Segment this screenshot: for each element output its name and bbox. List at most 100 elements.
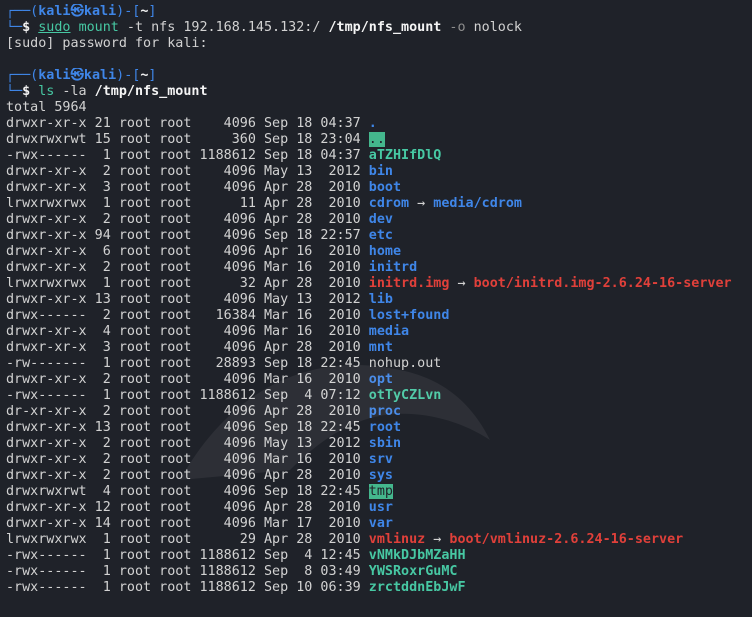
listing-row-meta: drwxr-xr-x 2 root root 4096 Mar 16 2010 [6,260,369,275]
listing-row-meta: -rwx------ 1 root root 1188612 Sep 18 04… [6,148,369,163]
listing-row: -rwx------ 1 root root 1188612 Sep 18 04… [6,148,752,164]
prompt-frame: ┌──( [6,68,39,83]
prompt-frame: ] [148,68,157,83]
prompt-frame: └─ [6,20,23,35]
listing-row: lrwxrwxrwx 1 root root 32 Apr 28 2010 in… [6,276,752,292]
listing-row-meta: lrwxrwxrwx 1 root root 29 Apr 28 2010 [6,532,369,547]
prompt-line-top: ┌──(kali㉿kali)-[~] [6,4,752,20]
skull-icon: ㉿ [70,68,84,83]
command-option: -la [54,84,87,99]
listing-row-meta: drwxrwxrwt 4 root root 4096 Sep 18 22:45 [6,484,369,499]
listing-row-filename: lib [368,292,393,307]
listing-row-filename: boot [368,180,402,195]
command-line-ls[interactable]: └─$ ls -la /tmp/nfs_mount [6,84,752,100]
prompt-user: kali [38,4,71,19]
listing-row-filename: YWSRoxrGuMC [368,564,458,579]
symlink-target: media/cdrom [433,196,522,211]
listing-row: drwxr-xr-x 14 root root 4096 Mar 17 2010… [6,516,752,532]
listing-row: -rwx------ 1 root root 1188612 Sep 4 07:… [6,388,752,404]
listing-row-meta: drwxr-xr-x 14 root root 4096 Mar 17 2010 [6,516,369,531]
listing-row-filename: vmlinuz [368,532,426,547]
listing-row-filename: initrd [368,260,418,275]
listing-row-meta: -rwx------ 1 root root 1188612 Sep 8 03:… [6,564,369,579]
listing-row-filename: otTyCZLvn [368,388,442,403]
listing-row-filename: nohup.out [368,356,442,371]
listing-row-meta: lrwxrwxrwx 1 root root 11 Apr 28 2010 [6,196,369,211]
listing-row: drwxr-xr-x 12 root root 4096 Apr 28 2010… [6,500,752,516]
listing-row-meta: drwxr-xr-x 6 root root 4096 Apr 16 2010 [6,244,369,259]
listing-row-meta: drwxr-xr-x 4 root root 4096 Mar 16 2010 [6,324,369,339]
listing-row-meta: -rwx------ 1 root root 1188612 Sep 10 06… [6,580,369,595]
listing-row-filename: . [368,116,377,131]
command-name: mount [78,20,119,35]
command-line-mount[interactable]: └─$ sudo mount -t nfs 192.168.145.132:/ … [6,20,752,36]
listing-row: lrwxrwxrwx 1 root root 11 Apr 28 2010 cd… [6,196,752,212]
symlink-arrow-icon: → [449,276,474,291]
listing-row: drwxrwxrwt 15 root root 360 Sep 18 23:04… [6,132,752,148]
command-args: nolock [465,20,522,35]
listing-row-filename: home [368,244,402,259]
listing-row-meta: -rwx------ 1 root root 1188612 Sep 4 07:… [6,388,369,403]
listing-row-meta: drwxr-xr-x 2 root root 4096 May 13 2012 [6,164,369,179]
prompt-frame: ] [148,4,157,19]
listing-row: drwx------ 2 root root 16384 Mar 16 2010… [6,308,752,324]
listing-row-filename: lost+found [368,308,450,323]
command-option: -o [441,20,466,35]
prompt-frame: ┌──( [6,4,39,19]
listing-row-filename: vNMkDJbMZaHH [368,548,466,563]
prompt-frame: └─ [6,84,23,99]
prompt-line-top: ┌──(kali㉿kali)-[~] [6,68,752,84]
prompt-frame: )-[ [116,4,141,19]
listing-row-meta: drwxr-xr-x 13 root root 4096 May 13 2012 [6,292,369,307]
listing-row: drwxr-xr-x 2 root root 4096 Mar 16 2010 … [6,452,752,468]
symlink-target: boot/vmlinuz-2.6.24-16-server [449,532,684,547]
listing-row-meta: drwxr-xr-x 2 root root 4096 Mar 16 2010 [6,452,369,467]
listing-row: drwxr-xr-x 2 root root 4096 Apr 28 2010 … [6,468,752,484]
listing-row: drwxrwxrwt 4 root root 4096 Sep 18 22:45… [6,484,752,500]
listing-row: drwxr-xr-x 2 root root 4096 Mar 16 2010 … [6,372,752,388]
listing-row-filename: tmp [368,484,393,499]
skull-icon: ㉿ [70,4,84,19]
listing-row: -rw------- 1 root root 28893 Sep 18 22:4… [6,356,752,372]
listing-row-filename: root [368,420,402,435]
listing-row-filename: etc [368,228,393,243]
listing-row: drwxr-xr-x 94 root root 4096 Sep 18 22:5… [6,228,752,244]
prompt-frame: )-[ [116,68,141,83]
terminal-window[interactable]: ┌──(kali㉿kali)-[~] └─$ sudo mount -t nfs… [0,0,752,617]
prompt-dollar: $ [22,20,31,35]
symlink-arrow-icon: → [425,532,450,547]
command-name: ls [38,84,55,99]
listing-total: total 5964 [6,100,87,115]
command-sudo: sudo [38,20,71,35]
command-args: -t nfs 192.168.145.132:/ [118,20,329,35]
listing-row-meta: drwxr-xr-x 3 root root 4096 Apr 28 2010 [6,340,369,355]
listing-row: drwxr-xr-x 2 root root 4096 May 13 2012 … [6,164,752,180]
listing-row-meta: drwxr-xr-x 13 root root 4096 Sep 18 22:4… [6,420,369,435]
symlink-arrow-icon: → [409,196,434,211]
listing-row-meta: lrwxrwxrwx 1 root root 32 Apr 28 2010 [6,276,369,291]
listing-row-meta: -rwx------ 1 root root 1188612 Sep 4 12:… [6,548,369,563]
listing-row-filename: opt [368,372,393,387]
prompt-dollar: $ [22,84,31,99]
listing-row-filename: aTZHIfDlQ [368,148,442,163]
listing-row: drwxr-xr-x 4 root root 4096 Mar 16 2010 … [6,324,752,340]
listing-row-meta: drwxr-xr-x 21 root root 4096 Sep 18 04:3… [6,116,369,131]
listing-row-meta: drwxr-xr-x 2 root root 4096 May 13 2012 [6,436,369,451]
prompt-host: kali [83,68,117,83]
listing-row-filename: sys [368,468,393,483]
listing-row-filename: proc [368,404,402,419]
listing-row-filename: cdrom [368,196,410,211]
listing-row: drwxr-xr-x 2 root root 4096 Mar 16 2010 … [6,260,752,276]
sudo-password-prompt: [sudo] password for kali: [6,36,208,51]
listing-row: drwxr-xr-x 13 root root 4096 May 13 2012… [6,292,752,308]
listing-row: dr-xr-xr-x 2 root root 4096 Apr 28 2010 … [6,404,752,420]
listing-row: lrwxrwxrwx 1 root root 29 Apr 28 2010 vm… [6,532,752,548]
listing-row-meta: drwxr-xr-x 12 root root 4096 Apr 28 2010 [6,500,369,515]
listing-row-filename: srv [368,452,393,467]
listing-row-meta: -rw------- 1 root root 28893 Sep 18 22:4… [6,356,369,371]
listing-row-meta: drwxrwxrwt 15 root root 360 Sep 18 23:04 [6,132,369,147]
listing-row: drwxr-xr-x 21 root root 4096 Sep 18 04:3… [6,116,752,132]
listing-row: drwxr-xr-x 2 root root 4096 May 13 2012 … [6,436,752,452]
listing-row: drwxr-xr-x 13 root root 4096 Sep 18 22:4… [6,420,752,436]
